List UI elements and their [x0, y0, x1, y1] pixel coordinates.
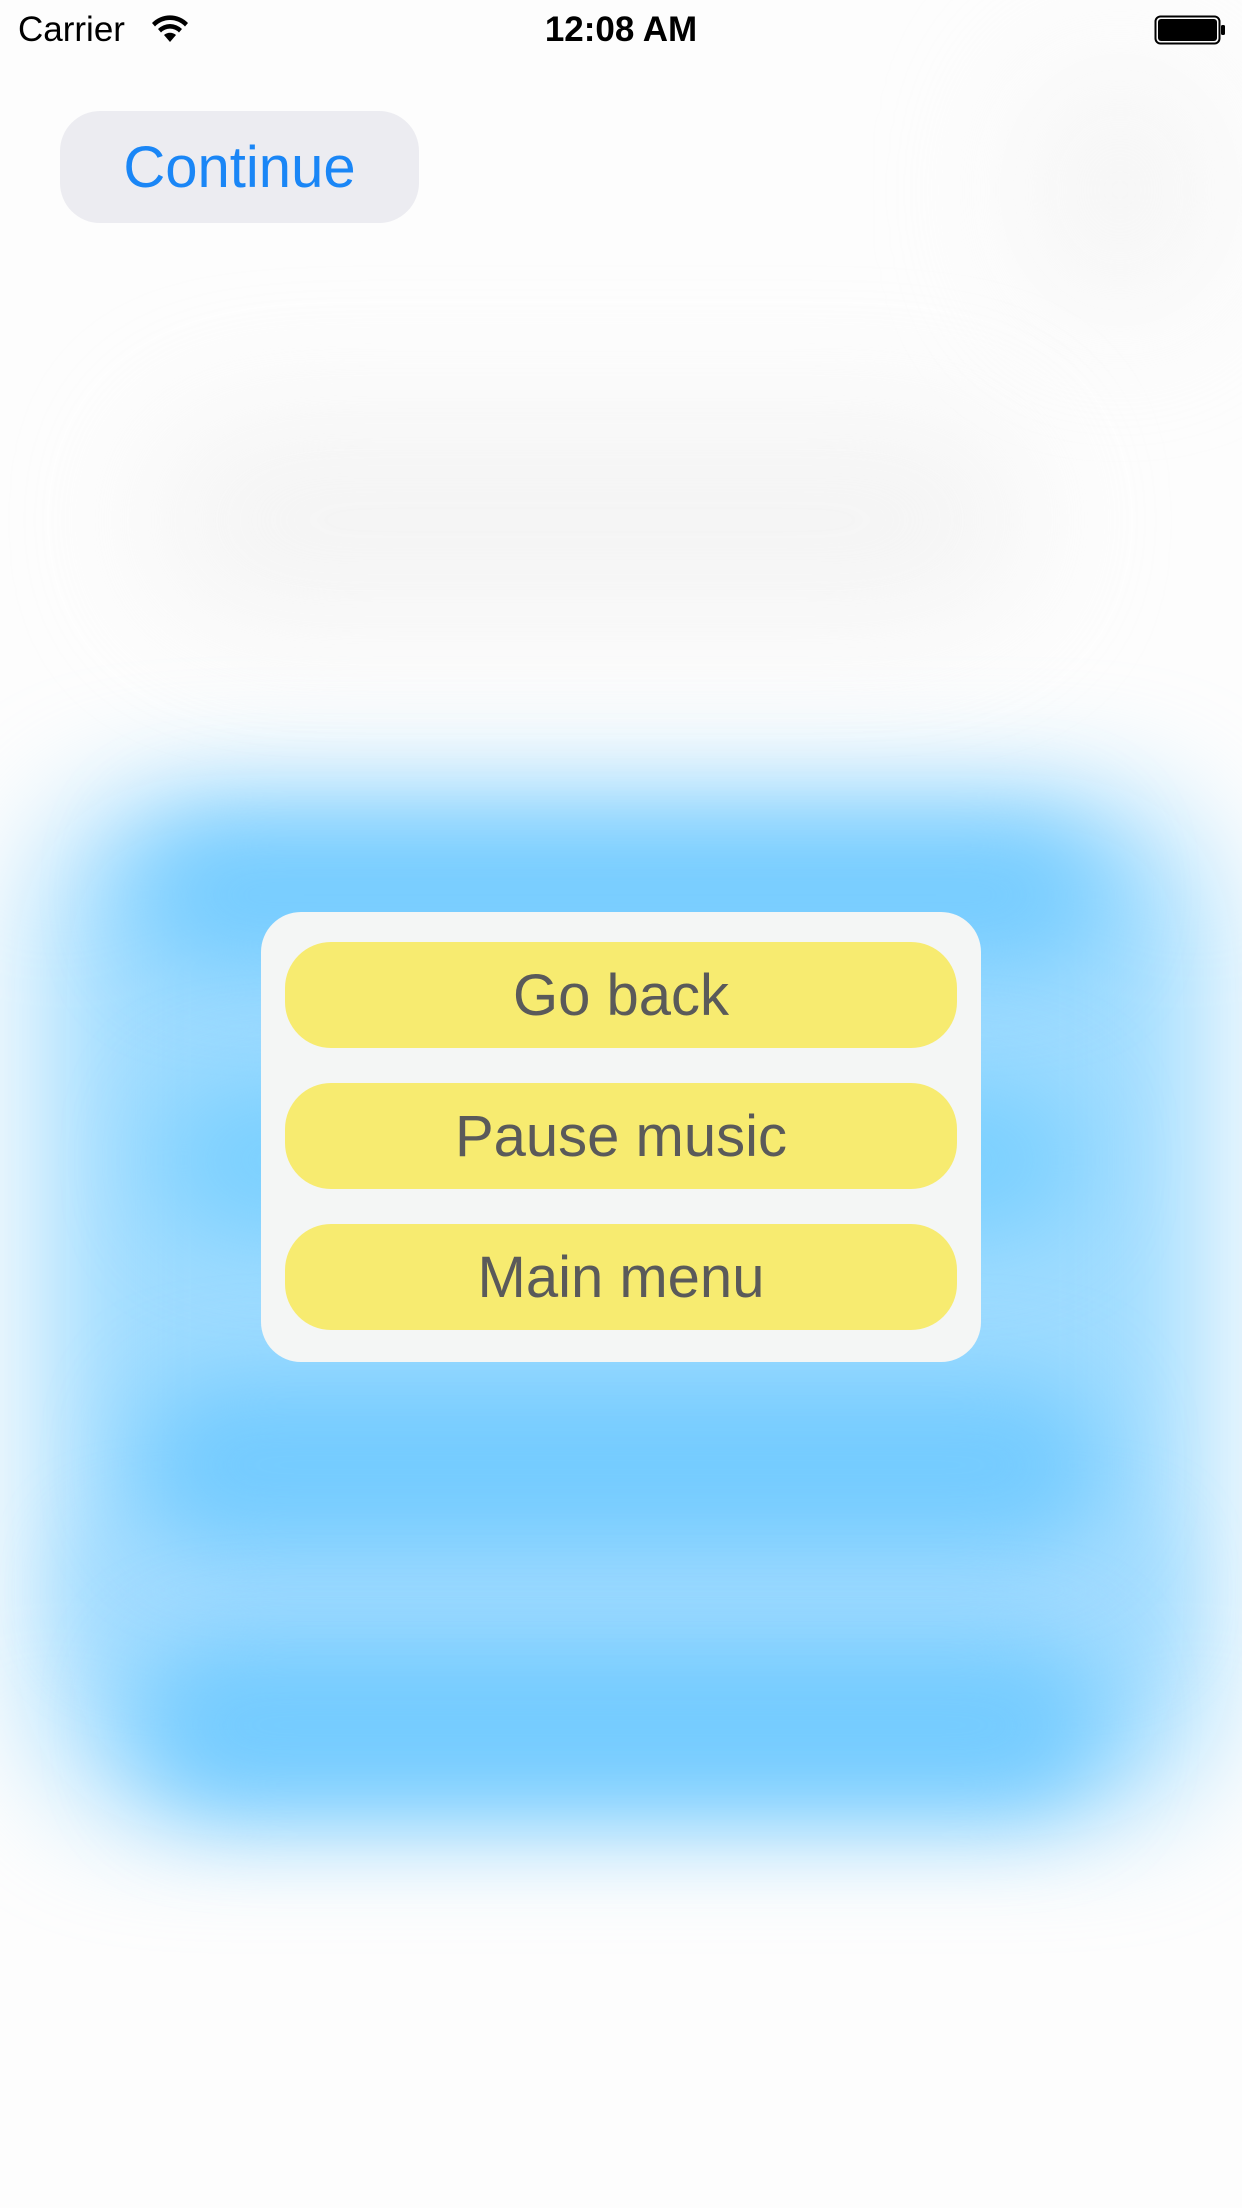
clock: 12:08 AM	[544, 10, 698, 49]
main-menu-button[interactable]: Main menu	[285, 1224, 957, 1330]
continue-button[interactable]: Continue	[60, 111, 419, 223]
status-bar: Carrier 12:08 AM	[0, 0, 1242, 60]
background-blur-shape	[1020, 60, 1220, 320]
pause-screen: Carrier 12:08 AM Continue Go back Pause …	[0, 0, 1242, 2208]
pause-menu-panel: Go back Pause music Main menu	[261, 912, 981, 1362]
go-back-button[interactable]: Go back	[285, 942, 957, 1048]
background-blur-shape	[150, 420, 1030, 620]
pause-music-button[interactable]: Pause music	[285, 1083, 957, 1189]
battery-full-icon	[1154, 15, 1225, 45]
background-blur-shape	[140, 1380, 1100, 1550]
background-blur-shape	[140, 1640, 1100, 1810]
